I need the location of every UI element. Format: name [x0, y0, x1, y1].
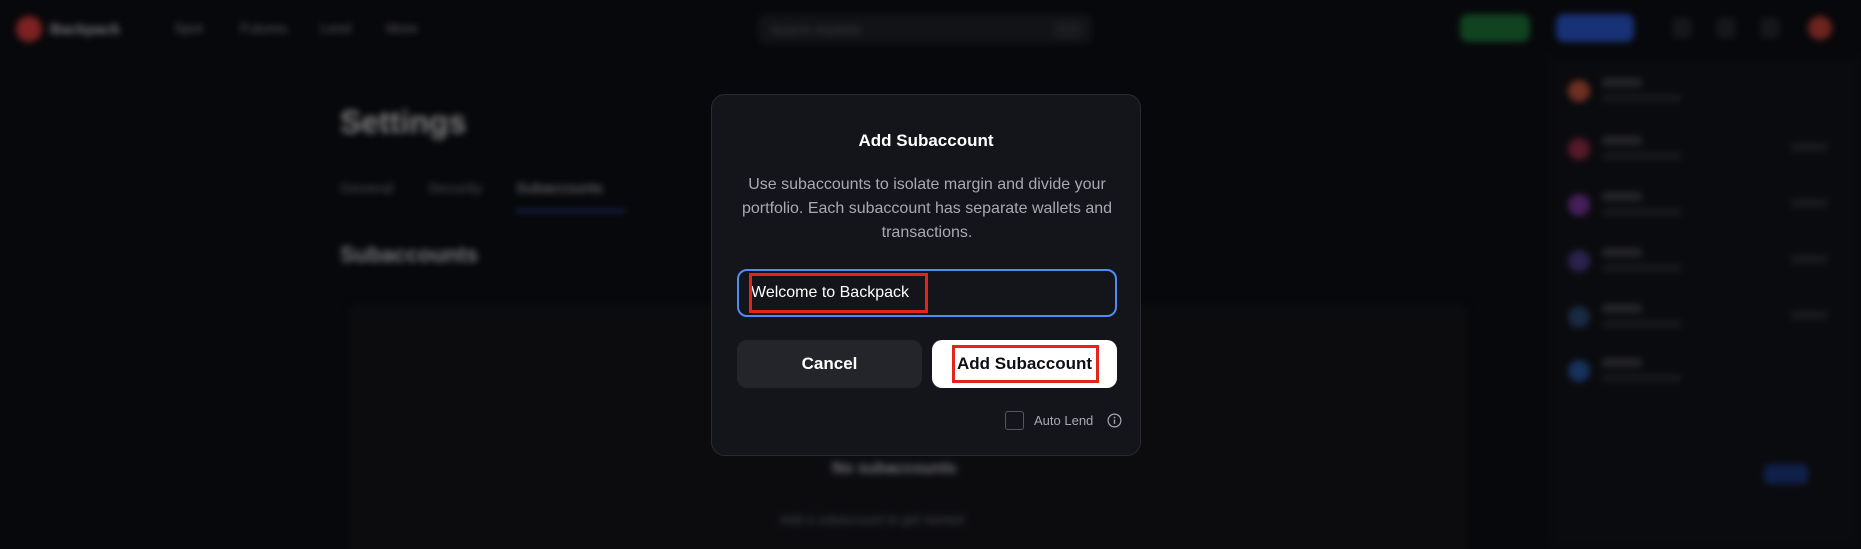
add-subaccount-button[interactable]: Add Subaccount [932, 340, 1117, 388]
auto-lend-checkbox[interactable] [1005, 411, 1024, 430]
auto-lend-label[interactable]: Auto Lend [1034, 413, 1093, 428]
auto-lend-option: Auto Lend [1005, 411, 1122, 430]
dialog-description: Use subaccounts to isolate margin and di… [742, 176, 1113, 241]
subaccount-name-input[interactable] [737, 269, 1117, 317]
add-subaccount-dialog: Add Subaccount Use subaccounts to isolat… [711, 94, 1141, 456]
cancel-button[interactable]: Cancel [737, 340, 922, 388]
info-icon[interactable] [1107, 413, 1122, 428]
dialog-title: Add Subaccount [858, 131, 994, 150]
